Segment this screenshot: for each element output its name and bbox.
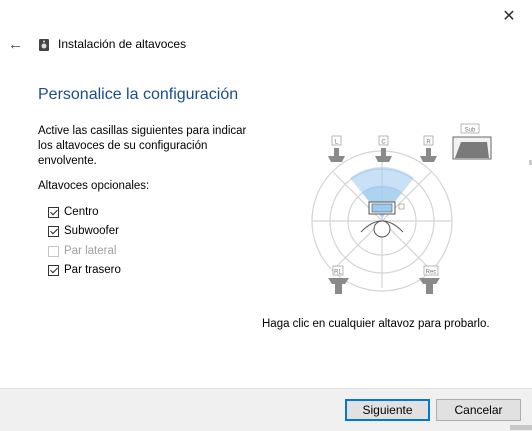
speaker-label: C — [381, 140, 386, 146]
speaker-front-right[interactable]: R — [420, 135, 437, 162]
speaker-front-left[interactable]: L — [328, 135, 345, 162]
checkbox-label: Centro — [64, 206, 99, 218]
speaker-rear-right[interactable]: Rec — [419, 265, 440, 294]
instructions-text: Active las casillas siguientes para indi… — [38, 125, 247, 167]
checkbox-box[interactable] — [48, 264, 59, 276]
checkbox-center[interactable]: Centro — [48, 203, 99, 221]
speaker-label: Sub — [465, 128, 476, 134]
back-arrow-icon[interactable]: ← — [8, 36, 24, 54]
close-button[interactable]: ✕ — [486, 0, 532, 32]
title-bar — [0, 0, 532, 32]
speaker-label: RL — [334, 270, 342, 276]
checkbox-box[interactable] — [48, 225, 59, 237]
checkbox-subwoofer[interactable]: Subwoofer — [48, 222, 119, 240]
window-title: Instalación de altavoces — [58, 37, 187, 51]
checkbox-label: Par lateral — [64, 245, 117, 257]
optional-speakers-label: Altavoces opcionales: — [38, 180, 150, 192]
page-title: Personalice la configuración — [38, 86, 239, 103]
speaker-label: R — [426, 140, 431, 146]
next-button[interactable]: Siguiente — [345, 399, 430, 421]
cancel-button[interactable]: Cancelar — [436, 399, 521, 421]
speaker-app-icon — [39, 39, 49, 51]
checkbox-box — [48, 245, 59, 257]
checkbox-rear-pair[interactable]: Par trasero — [48, 261, 121, 279]
checkbox-side-pair: Par lateral — [48, 242, 116, 260]
speaker-diagram: L C R Sub RL Rec — [311, 123, 492, 294]
speaker-subwoofer[interactable]: Sub — [452, 123, 492, 160]
speaker-rear-left[interactable]: RL — [328, 265, 349, 294]
speaker-label: Rec — [426, 270, 437, 276]
checkbox-label: Subwoofer — [64, 225, 119, 237]
test-speaker-hint: Haga clic en cualquier altavoz para prob… — [262, 318, 490, 330]
window-edge-fragment — [510, 425, 532, 430]
speaker-center[interactable]: C — [375, 135, 392, 162]
checkbox-label: Par trasero — [64, 264, 121, 276]
checkbox-box[interactable] — [48, 206, 59, 218]
